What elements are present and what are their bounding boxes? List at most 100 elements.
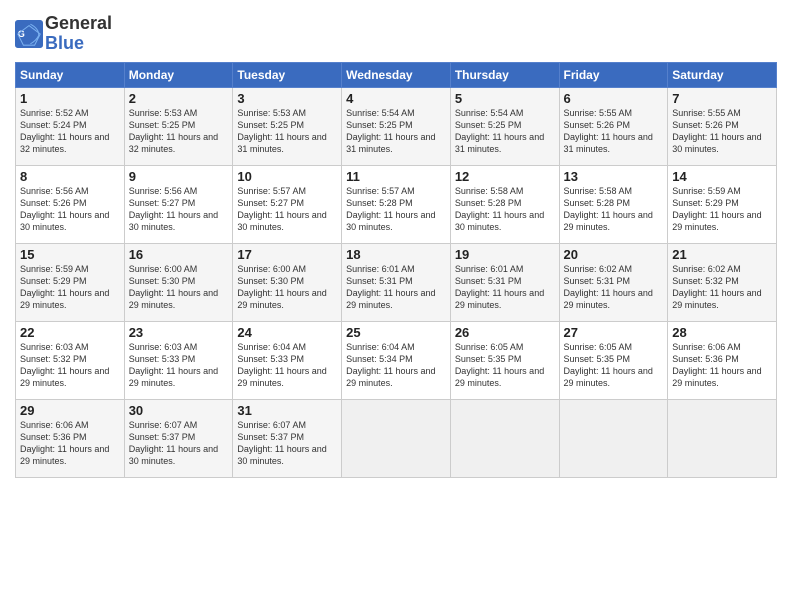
calendar-cell: 23 Sunrise: 6:03 AMSunset: 5:33 PMDaylig…	[124, 321, 233, 399]
calendar-week-4: 22 Sunrise: 6:03 AMSunset: 5:32 PMDaylig…	[16, 321, 777, 399]
day-number: 8	[20, 169, 120, 184]
cell-info: Sunrise: 6:06 AMSunset: 5:36 PMDaylight:…	[20, 419, 120, 468]
cell-info: Sunrise: 6:00 AMSunset: 5:30 PMDaylight:…	[237, 263, 337, 312]
day-number: 24	[237, 325, 337, 340]
calendar-cell: 4 Sunrise: 5:54 AMSunset: 5:25 PMDayligh…	[342, 87, 451, 165]
cell-info: Sunrise: 6:04 AMSunset: 5:34 PMDaylight:…	[346, 341, 446, 390]
weekday-header-monday: Monday	[124, 62, 233, 87]
day-number: 2	[129, 91, 229, 106]
day-number: 11	[346, 169, 446, 184]
day-number: 18	[346, 247, 446, 262]
cell-info: Sunrise: 6:05 AMSunset: 5:35 PMDaylight:…	[564, 341, 664, 390]
weekday-header-row: SundayMondayTuesdayWednesdayThursdayFrid…	[16, 62, 777, 87]
cell-info: Sunrise: 5:56 AMSunset: 5:26 PMDaylight:…	[20, 185, 120, 234]
day-number: 23	[129, 325, 229, 340]
calendar-cell: 13 Sunrise: 5:58 AMSunset: 5:28 PMDaylig…	[559, 165, 668, 243]
day-number: 3	[237, 91, 337, 106]
calendar-cell: 20 Sunrise: 6:02 AMSunset: 5:31 PMDaylig…	[559, 243, 668, 321]
cell-info: Sunrise: 6:02 AMSunset: 5:32 PMDaylight:…	[672, 263, 772, 312]
calendar-cell: 1 Sunrise: 5:52 AMSunset: 5:24 PMDayligh…	[16, 87, 125, 165]
calendar-week-3: 15 Sunrise: 5:59 AMSunset: 5:29 PMDaylig…	[16, 243, 777, 321]
day-number: 14	[672, 169, 772, 184]
calendar-cell: 9 Sunrise: 5:56 AMSunset: 5:27 PMDayligh…	[124, 165, 233, 243]
calendar-cell: 7 Sunrise: 5:55 AMSunset: 5:26 PMDayligh…	[668, 87, 777, 165]
day-number: 1	[20, 91, 120, 106]
cell-info: Sunrise: 5:58 AMSunset: 5:28 PMDaylight:…	[455, 185, 555, 234]
calendar-container: G General Blue SundayMondayTuesdayWednes…	[0, 0, 792, 612]
day-number: 19	[455, 247, 555, 262]
day-number: 5	[455, 91, 555, 106]
calendar-cell: 26 Sunrise: 6:05 AMSunset: 5:35 PMDaylig…	[450, 321, 559, 399]
calendar-cell: 16 Sunrise: 6:00 AMSunset: 5:30 PMDaylig…	[124, 243, 233, 321]
calendar-week-1: 1 Sunrise: 5:52 AMSunset: 5:24 PMDayligh…	[16, 87, 777, 165]
calendar-cell: 18 Sunrise: 6:01 AMSunset: 5:31 PMDaylig…	[342, 243, 451, 321]
calendar-cell: 25 Sunrise: 6:04 AMSunset: 5:34 PMDaylig…	[342, 321, 451, 399]
calendar-cell: 27 Sunrise: 6:05 AMSunset: 5:35 PMDaylig…	[559, 321, 668, 399]
day-number: 22	[20, 325, 120, 340]
logo-icon: G	[15, 20, 43, 48]
day-number: 17	[237, 247, 337, 262]
day-number: 27	[564, 325, 664, 340]
cell-info: Sunrise: 5:53 AMSunset: 5:25 PMDaylight:…	[237, 107, 337, 156]
cell-info: Sunrise: 5:56 AMSunset: 5:27 PMDaylight:…	[129, 185, 229, 234]
day-number: 20	[564, 247, 664, 262]
calendar-week-2: 8 Sunrise: 5:56 AMSunset: 5:26 PMDayligh…	[16, 165, 777, 243]
cell-info: Sunrise: 5:54 AMSunset: 5:25 PMDaylight:…	[455, 107, 555, 156]
calendar-cell: 17 Sunrise: 6:00 AMSunset: 5:30 PMDaylig…	[233, 243, 342, 321]
cell-info: Sunrise: 5:55 AMSunset: 5:26 PMDaylight:…	[564, 107, 664, 156]
day-number: 16	[129, 247, 229, 262]
cell-info: Sunrise: 5:54 AMSunset: 5:25 PMDaylight:…	[346, 107, 446, 156]
calendar-cell: 24 Sunrise: 6:04 AMSunset: 5:33 PMDaylig…	[233, 321, 342, 399]
calendar-cell: 8 Sunrise: 5:56 AMSunset: 5:26 PMDayligh…	[16, 165, 125, 243]
calendar-cell: 31 Sunrise: 6:07 AMSunset: 5:37 PMDaylig…	[233, 399, 342, 477]
day-number: 29	[20, 403, 120, 418]
day-number: 7	[672, 91, 772, 106]
cell-info: Sunrise: 6:02 AMSunset: 5:31 PMDaylight:…	[564, 263, 664, 312]
day-number: 30	[129, 403, 229, 418]
calendar-cell: 3 Sunrise: 5:53 AMSunset: 5:25 PMDayligh…	[233, 87, 342, 165]
weekday-header-tuesday: Tuesday	[233, 62, 342, 87]
calendar-cell: 12 Sunrise: 5:58 AMSunset: 5:28 PMDaylig…	[450, 165, 559, 243]
calendar-cell: 15 Sunrise: 5:59 AMSunset: 5:29 PMDaylig…	[16, 243, 125, 321]
calendar-cell: 2 Sunrise: 5:53 AMSunset: 5:25 PMDayligh…	[124, 87, 233, 165]
calendar-cell: 19 Sunrise: 6:01 AMSunset: 5:31 PMDaylig…	[450, 243, 559, 321]
cell-info: Sunrise: 5:53 AMSunset: 5:25 PMDaylight:…	[129, 107, 229, 156]
cell-info: Sunrise: 5:58 AMSunset: 5:28 PMDaylight:…	[564, 185, 664, 234]
cell-info: Sunrise: 5:57 AMSunset: 5:27 PMDaylight:…	[237, 185, 337, 234]
weekday-header-wednesday: Wednesday	[342, 62, 451, 87]
day-number: 15	[20, 247, 120, 262]
cell-info: Sunrise: 6:01 AMSunset: 5:31 PMDaylight:…	[346, 263, 446, 312]
cell-info: Sunrise: 5:52 AMSunset: 5:24 PMDaylight:…	[20, 107, 120, 156]
day-number: 13	[564, 169, 664, 184]
calendar-week-5: 29 Sunrise: 6:06 AMSunset: 5:36 PMDaylig…	[16, 399, 777, 477]
weekday-header-saturday: Saturday	[668, 62, 777, 87]
calendar-cell: 28 Sunrise: 6:06 AMSunset: 5:36 PMDaylig…	[668, 321, 777, 399]
cell-info: Sunrise: 6:04 AMSunset: 5:33 PMDaylight:…	[237, 341, 337, 390]
calendar-cell	[342, 399, 451, 477]
day-number: 4	[346, 91, 446, 106]
logo: G General Blue	[15, 14, 112, 54]
calendar-cell: 21 Sunrise: 6:02 AMSunset: 5:32 PMDaylig…	[668, 243, 777, 321]
cell-info: Sunrise: 6:03 AMSunset: 5:32 PMDaylight:…	[20, 341, 120, 390]
calendar-cell: 30 Sunrise: 6:07 AMSunset: 5:37 PMDaylig…	[124, 399, 233, 477]
day-number: 9	[129, 169, 229, 184]
calendar-cell: 22 Sunrise: 6:03 AMSunset: 5:32 PMDaylig…	[16, 321, 125, 399]
logo-text: General Blue	[45, 14, 112, 54]
calendar-cell	[559, 399, 668, 477]
day-number: 25	[346, 325, 446, 340]
calendar-cell	[668, 399, 777, 477]
day-number: 28	[672, 325, 772, 340]
calendar-cell: 14 Sunrise: 5:59 AMSunset: 5:29 PMDaylig…	[668, 165, 777, 243]
cell-info: Sunrise: 5:59 AMSunset: 5:29 PMDaylight:…	[672, 185, 772, 234]
cell-info: Sunrise: 6:03 AMSunset: 5:33 PMDaylight:…	[129, 341, 229, 390]
cell-info: Sunrise: 6:06 AMSunset: 5:36 PMDaylight:…	[672, 341, 772, 390]
calendar-table: SundayMondayTuesdayWednesdayThursdayFrid…	[15, 62, 777, 478]
cell-info: Sunrise: 6:01 AMSunset: 5:31 PMDaylight:…	[455, 263, 555, 312]
calendar-cell: 10 Sunrise: 5:57 AMSunset: 5:27 PMDaylig…	[233, 165, 342, 243]
day-number: 26	[455, 325, 555, 340]
day-number: 6	[564, 91, 664, 106]
calendar-header: G General Blue	[15, 10, 777, 54]
calendar-cell: 11 Sunrise: 5:57 AMSunset: 5:28 PMDaylig…	[342, 165, 451, 243]
cell-info: Sunrise: 5:57 AMSunset: 5:28 PMDaylight:…	[346, 185, 446, 234]
weekday-header-friday: Friday	[559, 62, 668, 87]
